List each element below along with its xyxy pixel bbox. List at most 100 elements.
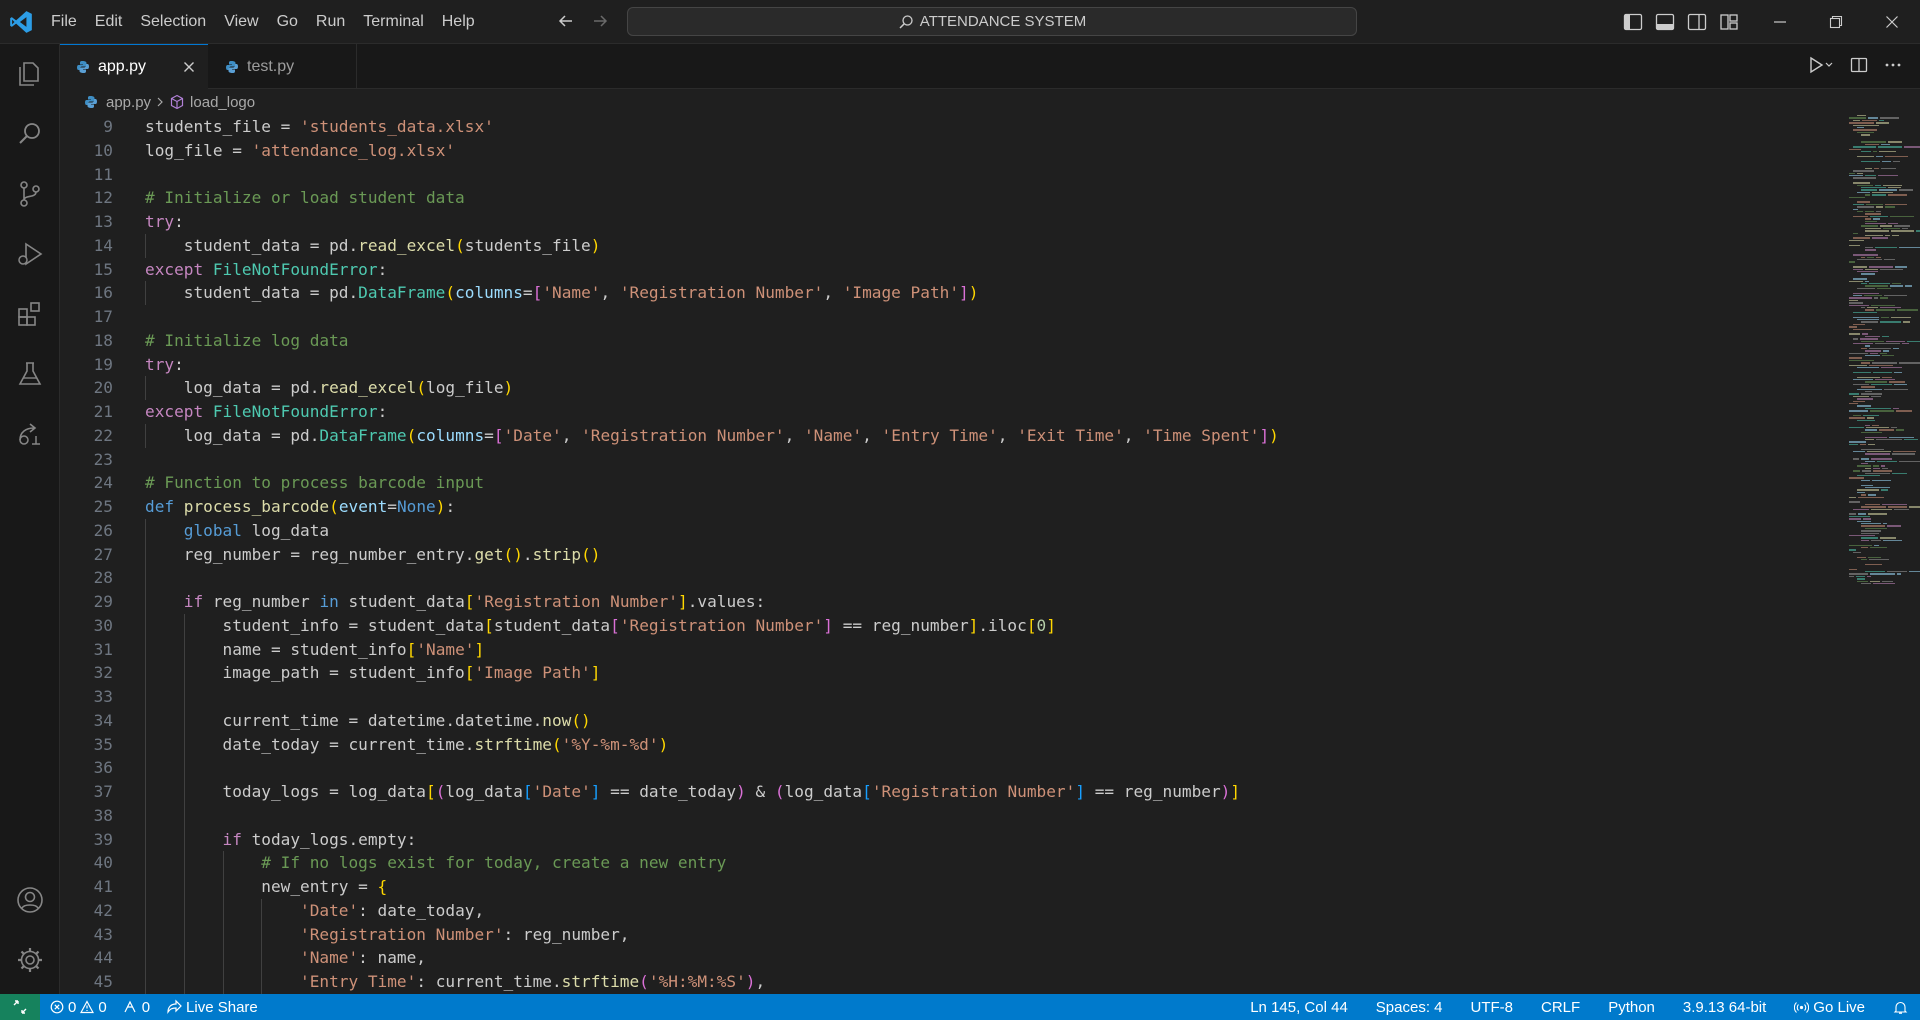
minimap-line <box>1870 395 1882 398</box>
notifications-button[interactable] <box>1893 1000 1908 1015</box>
tab-app-py[interactable]: app.py <box>60 44 208 89</box>
python-interpreter[interactable]: 3.9.13 64-bit <box>1683 999 1766 1016</box>
code-token: .values: <box>687 592 766 611</box>
menu-terminal[interactable]: Terminal <box>354 0 432 44</box>
toggle-primary-sidebar-icon[interactable] <box>1622 11 1644 33</box>
extensions-icon[interactable] <box>14 298 46 330</box>
minimap-line <box>1861 537 1878 539</box>
go-live-button[interactable]: Go Live <box>1794 999 1865 1016</box>
problems-indicator[interactable]: 0 0 <box>50 999 107 1016</box>
code-token: '%Y-%m-%d' <box>561 734 659 754</box>
toggle-secondary-sidebar-icon[interactable] <box>1686 11 1708 33</box>
code-token: [ <box>406 639 417 659</box>
minimap-line <box>1853 328 1873 330</box>
window-controls <box>1752 0 1920 44</box>
menu-edit[interactable]: Edit <box>86 0 132 44</box>
code-token: [ <box>484 615 494 635</box>
restore-button[interactable] <box>1808 0 1864 44</box>
minimap-line <box>1867 451 1892 453</box>
menu-view[interactable]: View <box>215 0 267 44</box>
minimap-line <box>1865 436 1888 438</box>
menu-file[interactable]: File <box>42 0 86 44</box>
minimap-line <box>1857 578 1866 580</box>
minimap-line <box>1879 429 1894 431</box>
line-content: student_data = pd.read_excel(students_fi… <box>145 234 601 258</box>
close-button[interactable] <box>1864 0 1920 44</box>
customize-layout-icon[interactable] <box>1718 11 1740 33</box>
minimap-line <box>1870 383 1892 386</box>
menu-help[interactable]: Help <box>433 0 484 44</box>
command-center-search[interactable]: ATTENDANCE SYSTEM <box>627 7 1357 36</box>
minimap-line <box>1881 376 1893 378</box>
minimap-line <box>1893 225 1911 227</box>
split-editor-icon[interactable] <box>1850 56 1868 79</box>
code-editor[interactable]: 9 students_file = 'students_data.xlsx' 10 l… <box>60 115 1920 994</box>
minimap-line <box>1865 211 1875 213</box>
cursor-position[interactable]: Ln 145, Col 44 <box>1250 999 1348 1016</box>
accounts-icon[interactable] <box>14 884 46 916</box>
testing-icon[interactable] <box>14 358 46 390</box>
more-actions-icon[interactable] <box>1884 56 1902 79</box>
search-icon[interactable] <box>14 118 46 150</box>
minimap-line <box>1876 122 1890 124</box>
minimap-line <box>1886 340 1905 342</box>
forward-arrow-icon[interactable] <box>590 10 610 32</box>
indentation[interactable]: Spaces: 4 <box>1376 999 1443 1016</box>
menu-selection[interactable]: Selection <box>131 0 215 44</box>
minimap-line <box>1876 309 1895 311</box>
minimap-line <box>1891 316 1911 318</box>
minimap-line <box>1876 460 1897 462</box>
minimap-line <box>1899 460 1920 462</box>
minimap-line <box>1908 506 1920 508</box>
code-token: [ <box>522 782 533 801</box>
minimap[interactable] <box>1845 115 1920 994</box>
chevron-right-icon <box>157 97 163 107</box>
minimap-line <box>1865 429 1878 431</box>
menu-run[interactable]: Run <box>307 0 354 44</box>
tab-test-py[interactable]: test.py <box>209 44 357 89</box>
breadcrumb-symbol[interactable]: load_logo <box>190 94 255 111</box>
minimap-line <box>1889 436 1914 438</box>
menu-go[interactable]: Go <box>268 0 307 44</box>
minimap-line <box>1849 304 1869 306</box>
minimap-line <box>1865 487 1890 489</box>
minimap-line <box>1861 448 1885 450</box>
minimap-line <box>1861 134 1870 136</box>
breadcrumb-file[interactable]: app.py <box>106 94 151 111</box>
minimap-line <box>1849 357 1862 359</box>
minimap-line <box>1882 355 1895 357</box>
line-content: if reg_number in student_data['Registrat… <box>145 590 765 614</box>
remote-indicator-button[interactable] <box>0 994 40 1020</box>
encoding[interactable]: UTF-8 <box>1471 999 1514 1016</box>
live-share-button[interactable]: Live Share <box>166 999 258 1016</box>
python-file-icon <box>85 96 97 108</box>
minimap-line <box>1892 283 1902 285</box>
source-control-icon[interactable] <box>14 178 46 210</box>
minimap-line <box>1857 367 1879 369</box>
code-token: # Function to process barcode input <box>145 473 485 493</box>
remote-explorer-icon[interactable] <box>14 418 46 450</box>
run-debug-icon[interactable] <box>14 238 46 270</box>
code-token: try <box>145 212 175 231</box>
ports-indicator[interactable]: 0 <box>123 999 150 1016</box>
run-python-file-icon[interactable] <box>1808 56 1834 79</box>
minimap-line <box>1882 523 1888 525</box>
end-of-line[interactable]: CRLF <box>1541 999 1580 1016</box>
line-number: 44 <box>93 948 113 968</box>
manage-gear-icon[interactable] <box>14 944 46 976</box>
back-arrow-icon[interactable] <box>556 10 576 32</box>
explorer-icon[interactable] <box>14 58 46 90</box>
code-token: : <box>174 354 184 374</box>
close-tab-icon[interactable] <box>180 58 198 76</box>
code-token: ] <box>474 639 485 659</box>
minimap-line <box>1857 211 1864 213</box>
toggle-panel-icon[interactable] <box>1654 11 1676 33</box>
line-number: 43 <box>93 924 113 944</box>
minimize-button[interactable] <box>1752 0 1808 44</box>
minimap-line <box>1857 201 1870 203</box>
minimap-line <box>1849 261 1856 263</box>
restore-icon <box>1829 15 1843 29</box>
minimap-line <box>1857 319 1879 321</box>
language-mode[interactable]: Python <box>1608 999 1655 1016</box>
